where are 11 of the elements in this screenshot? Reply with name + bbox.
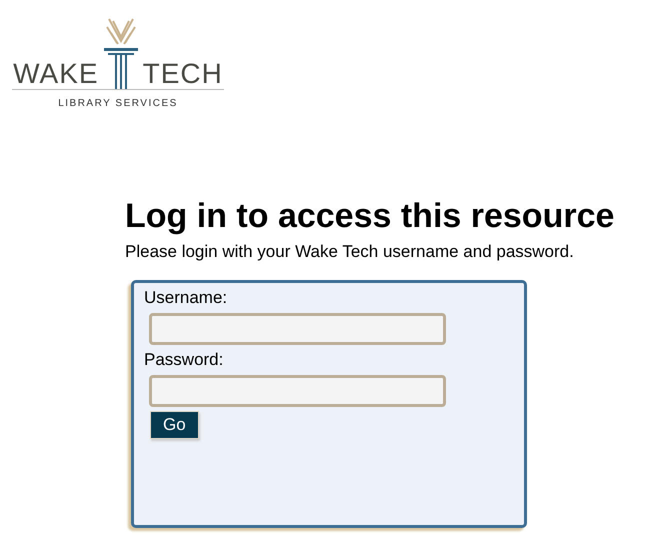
page-heading: Log in to access this resource bbox=[125, 196, 616, 236]
instructions-text: Please login with your Wake Tech username and password. bbox=[125, 242, 575, 262]
go-button[interactable]: Go bbox=[150, 411, 199, 439]
logo-tagline: LIBRARY SERVICES bbox=[58, 98, 178, 109]
input-field[interactable] bbox=[149, 313, 446, 345]
field-label: Password: bbox=[144, 349, 224, 371]
logo-text: WAKE bbox=[13, 59, 99, 89]
field-label: Username: bbox=[144, 287, 228, 309]
input-field[interactable] bbox=[149, 375, 446, 407]
torch-icon bbox=[102, 17, 139, 89]
logo-text: TECH bbox=[142, 59, 223, 89]
